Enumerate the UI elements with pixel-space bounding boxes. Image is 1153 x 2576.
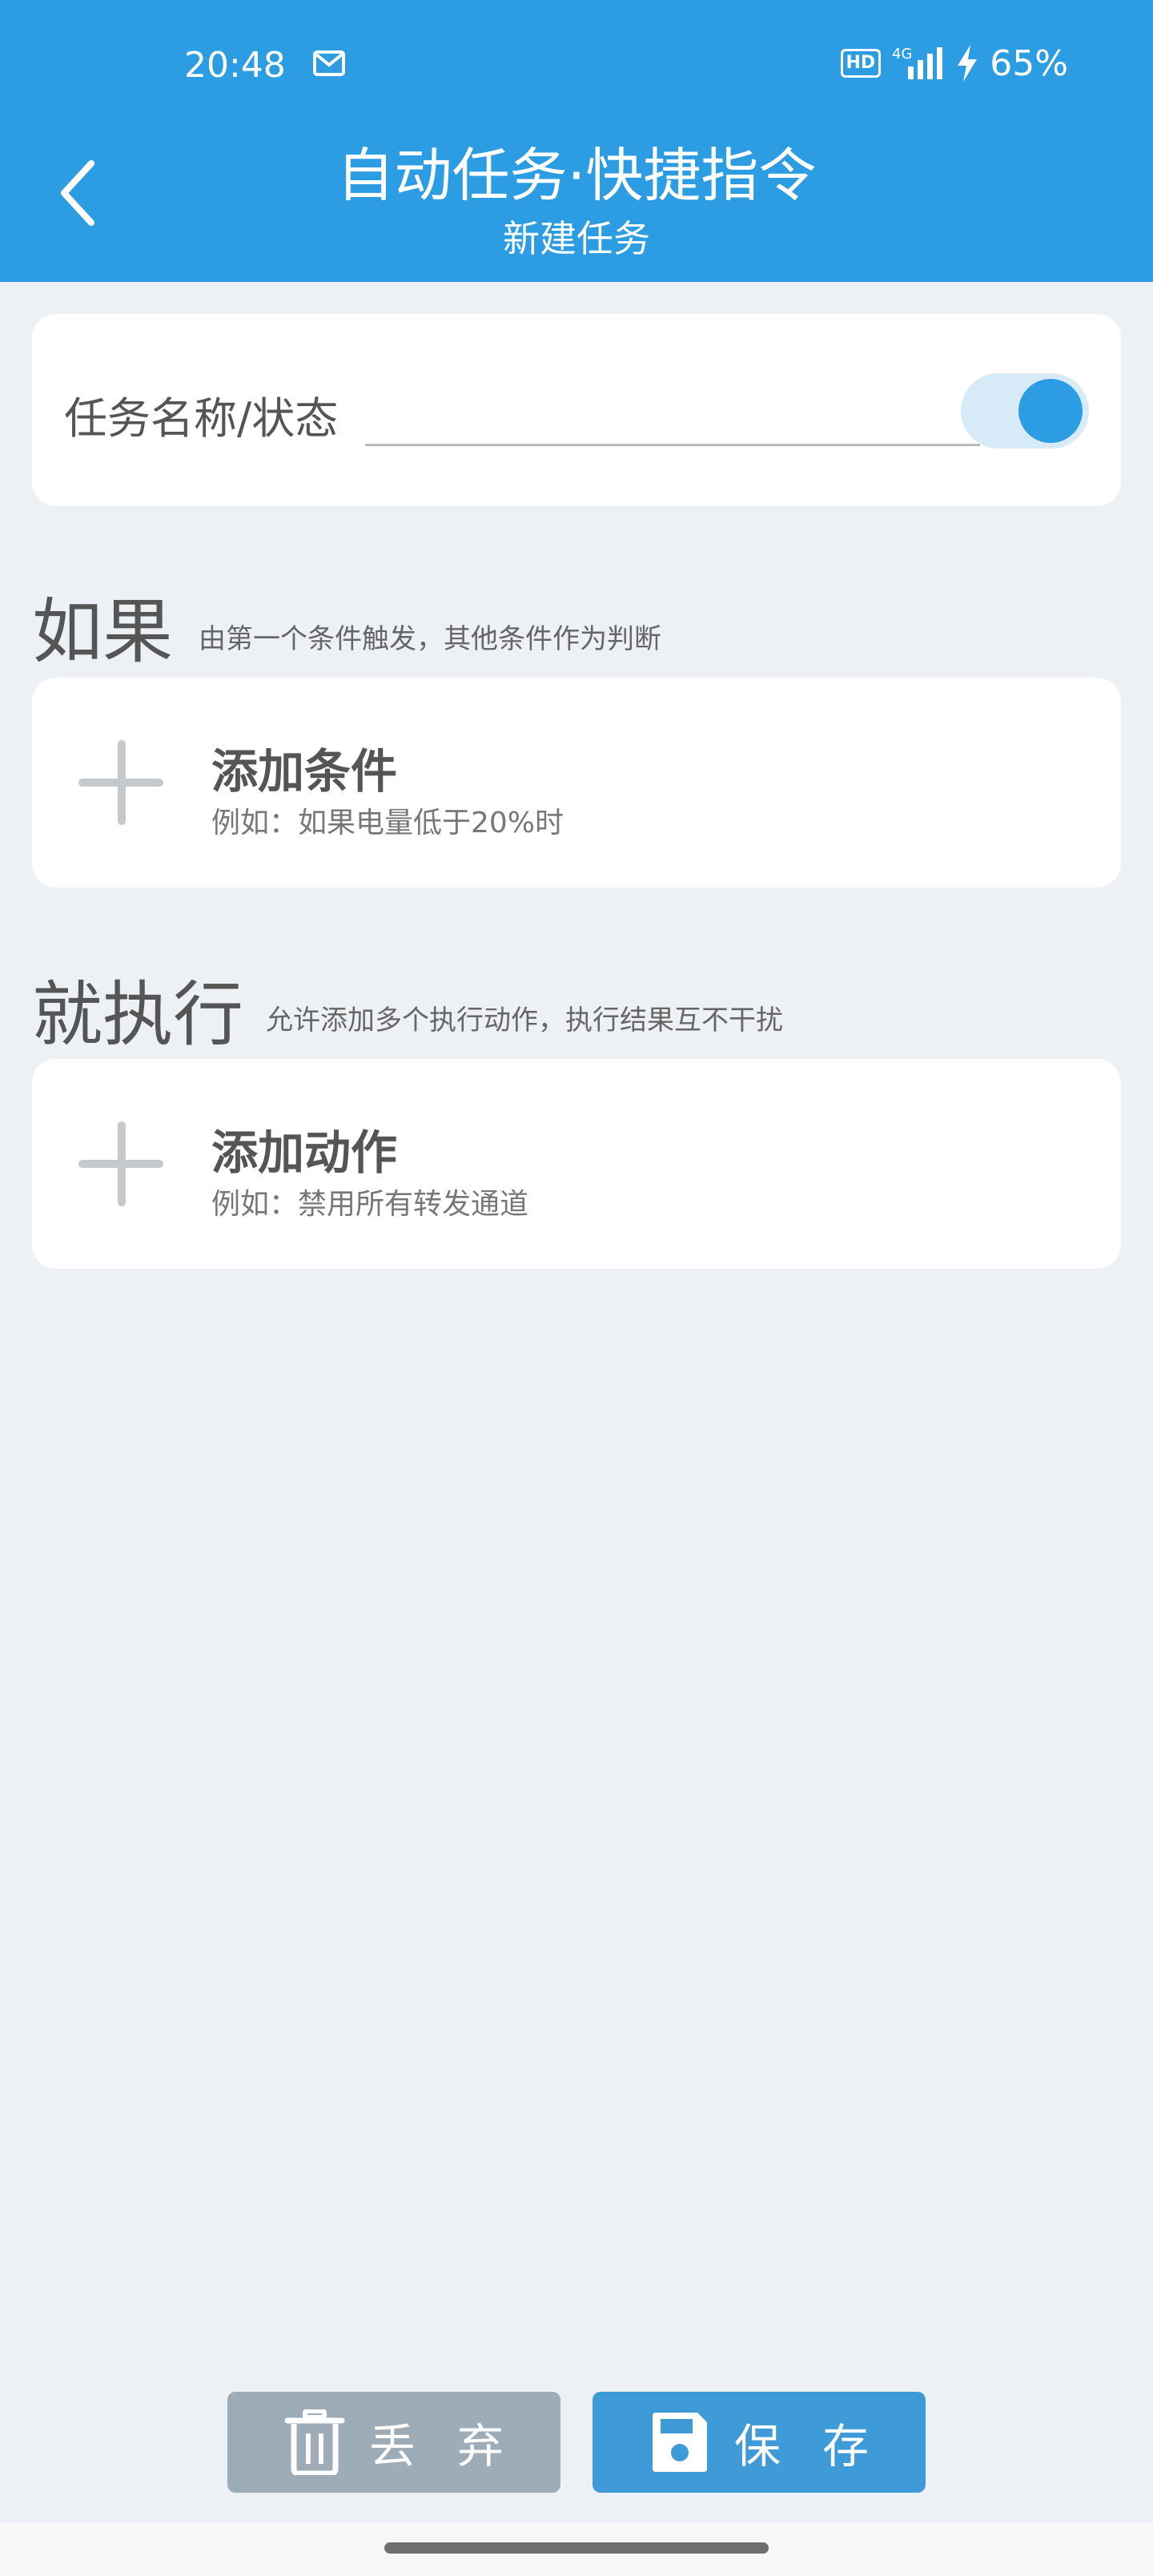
trash-icon [284, 2409, 345, 2475]
if-section-hint: 由第一个条件触发，其他条件作为判断 [199, 623, 661, 655]
discard-button-label: 丢弃 [368, 2419, 545, 2473]
hd-icon: HD [840, 49, 882, 78]
plus-icon [78, 1121, 163, 1206]
add-action-example: 例如：禁用所有转发通道 [211, 1188, 529, 1221]
add-condition-card[interactable]: 添加条件 例如：如果电量低于20%时 [32, 678, 1121, 888]
task-name-label: 任务名称/状态 [64, 393, 339, 444]
add-action-title: 添加动作 [211, 1125, 398, 1180]
task-name-input[interactable] [365, 386, 980, 446]
app-bar: 20:48 HD 4G 65% 自动任务·快捷指令 新建任务 [0, 0, 1153, 282]
add-action-card[interactable]: 添加动作 例如：禁用所有转发通道 [32, 1059, 1121, 1269]
task-enabled-toggle[interactable] [961, 373, 1089, 449]
page-title: 自动任务·快捷指令 [336, 142, 817, 209]
then-section-hint: 允许添加多个执行动作，执行结果互不干扰 [266, 1004, 783, 1036]
task-name-card: 任务名称/状态 [32, 314, 1121, 506]
network-type: 4G [892, 46, 912, 62]
charging-icon [958, 45, 978, 82]
save-floppy-icon [652, 2413, 707, 2472]
discard-button[interactable]: 丢弃 [227, 2392, 560, 2493]
plus-icon [78, 740, 163, 825]
page-subtitle: 新建任务 [503, 217, 650, 260]
save-button-label: 保存 [733, 2419, 910, 2473]
add-condition-example: 例如：如果电量低于20%时 [211, 807, 564, 839]
status-time: 20:48 [184, 45, 286, 86]
toggle-knob [1018, 379, 1083, 443]
status-icons: HD 4G 65% [840, 42, 1068, 84]
mail-notification-icon [313, 50, 345, 76]
then-section-title: 就执行 [32, 973, 244, 1056]
battery-percentage: 65% [990, 42, 1068, 84]
if-section-title: 如果 [32, 590, 174, 673]
add-condition-title: 添加条件 [211, 744, 398, 799]
home-indicator[interactable] [384, 2542, 769, 2554]
save-button[interactable]: 保存 [593, 2392, 926, 2493]
signal-icon: 4G [892, 46, 943, 79]
